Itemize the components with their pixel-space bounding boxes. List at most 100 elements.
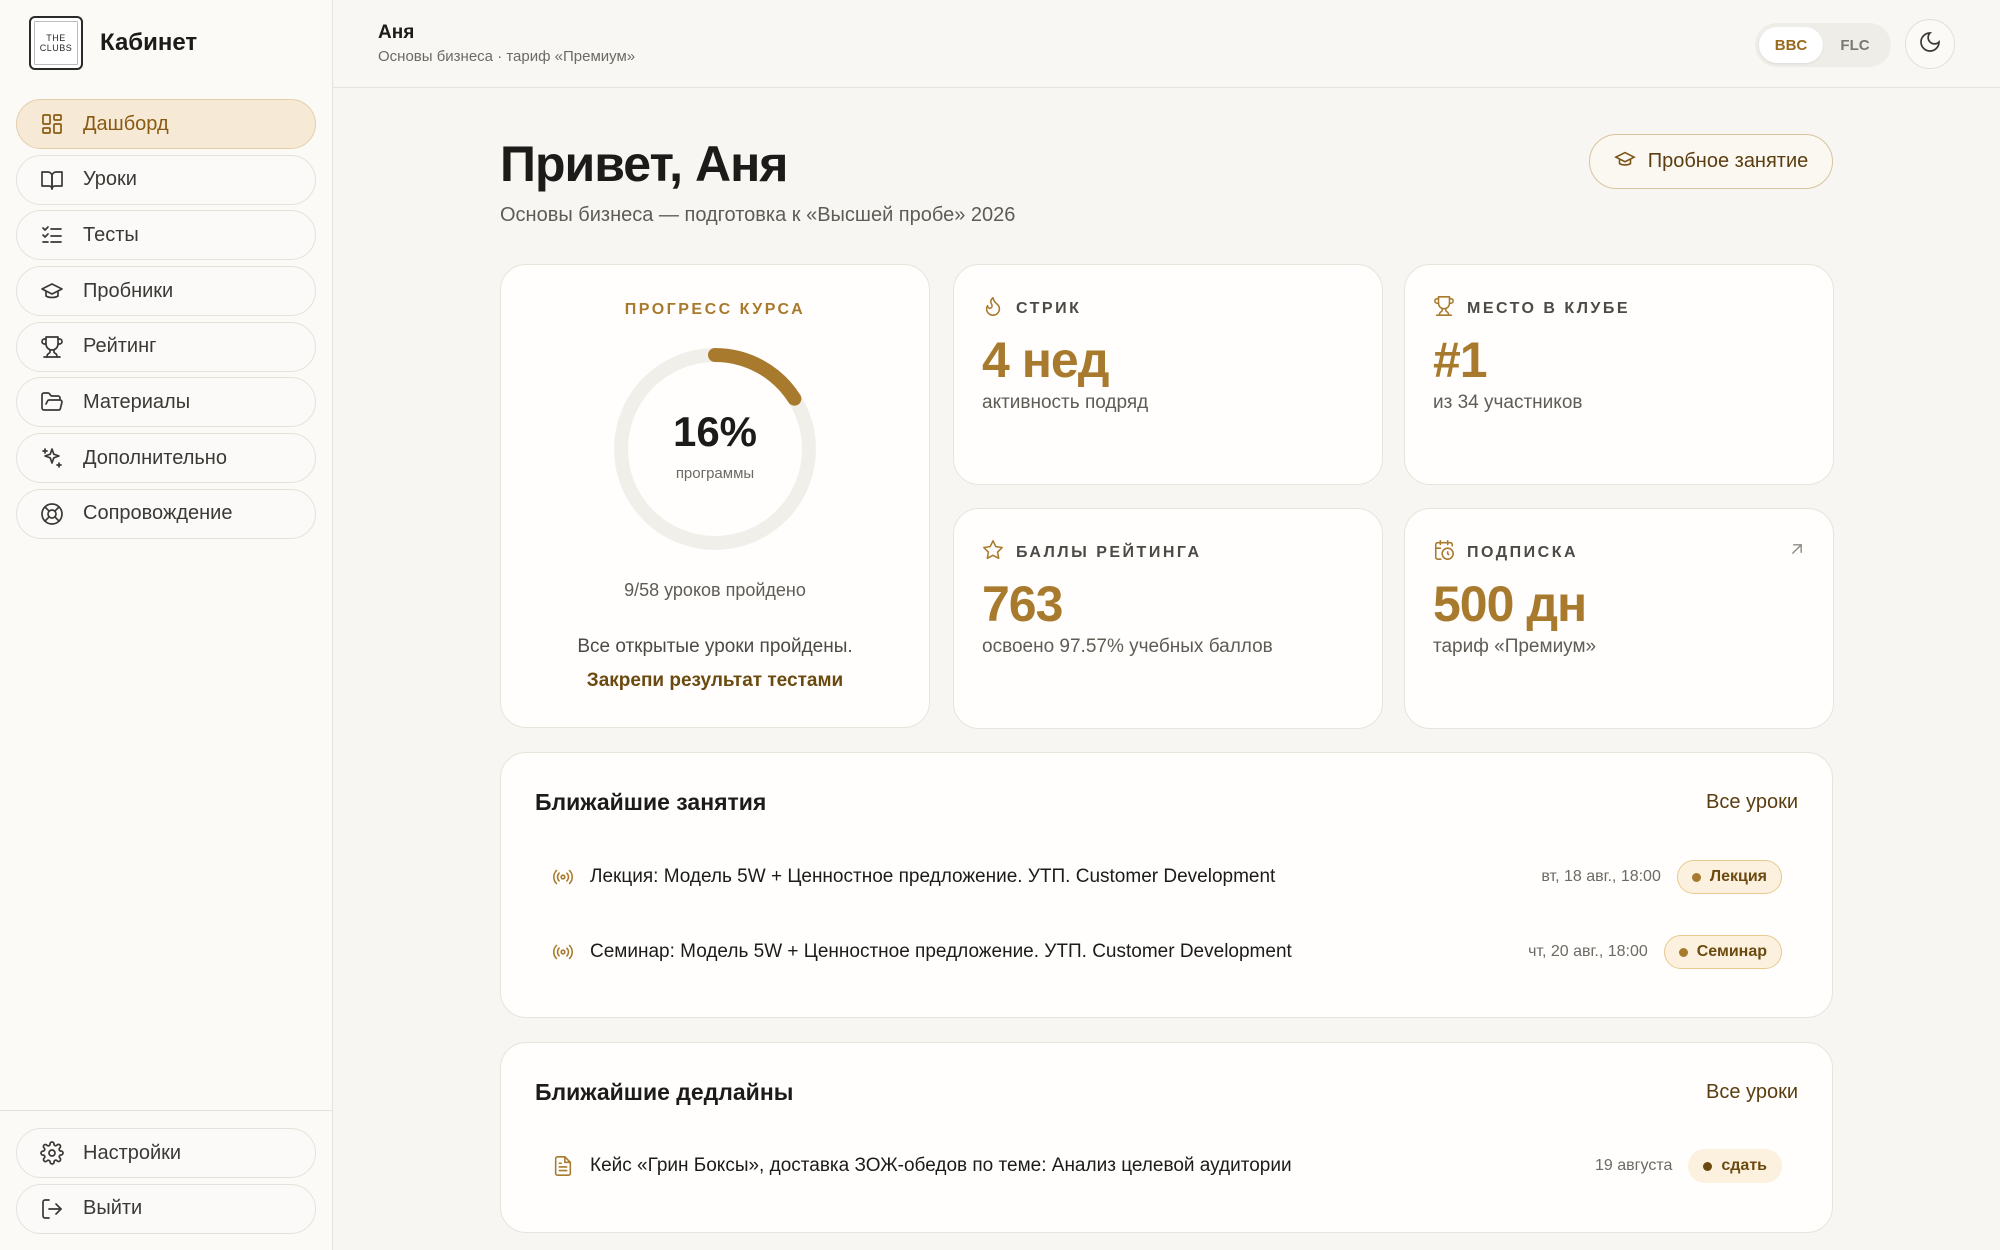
streak-card: СТРИК 4 нед активность подряд [953,264,1383,485]
trial-lesson-label: Пробное занятие [1647,150,1809,172]
club-rank-label: МЕСТО В КЛУБЕ [1433,295,1630,322]
badge-label: сдать [1721,1157,1767,1174]
deadline-title[interactable]: Кейс «Грин Боксы», доставка ЗОЖ-обедов п… [590,1155,1595,1177]
all-lessons-link[interactable]: Все уроки [1706,791,1798,814]
upcoming-lessons-title: Ближайшие занятия [535,789,767,815]
deadlines-title: Ближайшие дедлайны [535,1079,794,1105]
subscription-label: ПОДПИСКА [1433,539,1578,566]
streak-sub: активность подряд [982,392,1149,413]
page-subtitle: Основы бизнеса — подготовка к «Высшей пр… [500,204,1016,226]
sidebar-nav: Дашборд Уроки Тесты Пробники Рейтинг Мат… [16,99,316,545]
sidebar-item-label: Настройки [83,1141,182,1164]
tests-link[interactable]: Закрепи результат тестами [501,670,929,692]
badge-dot [1678,947,1688,957]
club-rank-value: #1 [1433,332,1488,388]
arrow-up-right-icon [1787,539,1807,559]
subscription-label-text: ПОДПИСКА [1467,543,1579,561]
sidebar-item-lessons[interactable]: Уроки [16,154,316,205]
sidebar-item-settings[interactable]: Настройки [16,1128,316,1178]
rating-points-sub: освоено 97.57% учебных баллов [982,636,1273,657]
document-icon [551,1154,575,1178]
all-lessons-link[interactable]: Все уроки [1706,1081,1798,1104]
badge-dot [1703,1161,1713,1171]
rating-points-value: 763 [982,576,1063,632]
list-item[interactable]: Кейс «Грин Боксы», доставка ЗОЖ-обедов п… [551,1146,1782,1186]
gear-icon [39,1140,65,1166]
logout-icon [39,1196,65,1222]
sidebar-item-mock-exams[interactable]: Пробники [16,266,316,317]
sidebar-item-tests[interactable]: Тесты [16,210,316,261]
sidebar-item-label: Выйти [83,1197,143,1220]
user-course-info: Основы бизнеса · тариф «Премиум» [378,48,636,65]
deadlines-card: Ближайшие дедлайны Все уроки Кейс «Грин … [500,1042,1833,1233]
segment-flc[interactable]: FLC [1823,27,1887,63]
sidebar-item-support[interactable]: Сопровождение [16,488,316,539]
list-item[interactable]: Семинар: Модель 5W + Ценностное предложе… [551,932,1782,972]
trophy-icon [1433,295,1467,322]
lesson-type-badge: Семинар [1663,935,1782,969]
sidebar-item-materials[interactable]: Материалы [16,377,316,428]
flame-icon [982,295,1016,322]
lesson-title[interactable]: Лекция: Модель 5W + Ценностное предложен… [590,866,1541,888]
deadline-status-badge: сдать [1688,1149,1782,1183]
dashboard-icon [39,111,65,137]
theme-toggle-button[interactable] [1905,19,1955,69]
segment-bbc[interactable]: BBC [1759,27,1823,63]
sparkles-icon [39,445,65,471]
course-progress-card: ПРОГРЕСС КУРСА 16% программы 9/58 уроков… [500,264,930,728]
folder-icon [39,389,65,415]
club-rank-card: МЕСТО В КЛУБЕ #1 из 34 участников [1404,264,1834,485]
logo: THE CLUBS [29,16,83,70]
graduation-cap-icon [1613,148,1648,176]
list-item[interactable]: Лекция: Модель 5W + Ценностное предложен… [551,857,1782,897]
sidebar-item-label: Сопровождение [83,502,233,525]
subscription-value: 500 дн [1433,576,1587,632]
progress-percent-caption: программы [675,465,755,482]
badge-dot [1691,872,1701,882]
page-title: Привет, Аня [500,136,788,192]
sidebar-bottom-nav: Настройки Выйти [16,1128,316,1239]
sidebar-item-extra[interactable]: Дополнительно [16,433,316,484]
sidebar-item-label: Тесты [83,223,139,246]
moon-icon [1918,30,1942,59]
lesson-date: вт, 18 авг., 18:00 [1541,868,1661,885]
sidebar-item-rating[interactable]: Рейтинг [16,321,316,372]
badge-label: Семинар [1696,943,1767,960]
broadcast-icon [551,940,575,964]
sidebar-item-label: Уроки [83,168,137,191]
lesson-type-badge: Лекция [1676,860,1782,894]
checklist-icon [39,222,65,248]
logo-line-2: CLUBS [39,43,73,53]
program-switcher: BBC FLC [1755,23,1891,67]
logo-line-1: THE [46,33,66,43]
trophy-icon [39,334,65,360]
sidebar-item-label: Дополнительно [83,446,227,469]
trial-lesson-button[interactable]: Пробное занятие [1589,134,1833,189]
sidebar-item-dashboard[interactable]: Дашборд [16,99,316,149]
subscription-card[interactable]: ПОДПИСКА 500 дн тариф «Премиум» [1404,508,1834,729]
user-name: Аня [378,22,415,43]
sidebar-item-logout[interactable]: Выйти [16,1183,316,1234]
star-icon [982,539,1016,566]
lifebuoy-icon [39,501,65,527]
progress-title: ПРОГРЕСС КУРСА [624,301,806,318]
sidebar-item-label: Материалы [83,390,191,413]
subscription-sub: тариф «Премиум» [1433,636,1597,657]
top-bar: Аня Основы бизнеса · тариф «Премиум» BBC… [333,0,2000,88]
brand-title: Кабинет [100,29,198,56]
club-rank-sub: из 34 участников [1433,392,1583,413]
streak-value: 4 нед [982,332,1109,388]
deadline-date: 19 августа [1595,1157,1673,1174]
sidebar-divider [0,1110,333,1111]
progress-percent: 16% [672,408,758,455]
rating-points-label-text: БАЛЛЫ РЕЙТИНГА [1016,543,1202,561]
club-rank-label-text: МЕСТО В КЛУБЕ [1467,299,1631,317]
graduation-cap-icon [39,278,65,304]
brand[interactable]: THE CLUBS Кабинет [29,16,197,70]
sidebar: THE CLUBS Кабинет Дашборд Уроки Тесты Пр… [0,0,333,1250]
streak-label-text: СТРИК [1016,299,1082,317]
sidebar-item-label: Дашборд [83,112,169,135]
progress-message: Все открытые уроки пройдены. [577,636,853,657]
broadcast-icon [551,865,575,889]
lesson-title[interactable]: Семинар: Модель 5W + Ценностное предложе… [590,941,1528,963]
